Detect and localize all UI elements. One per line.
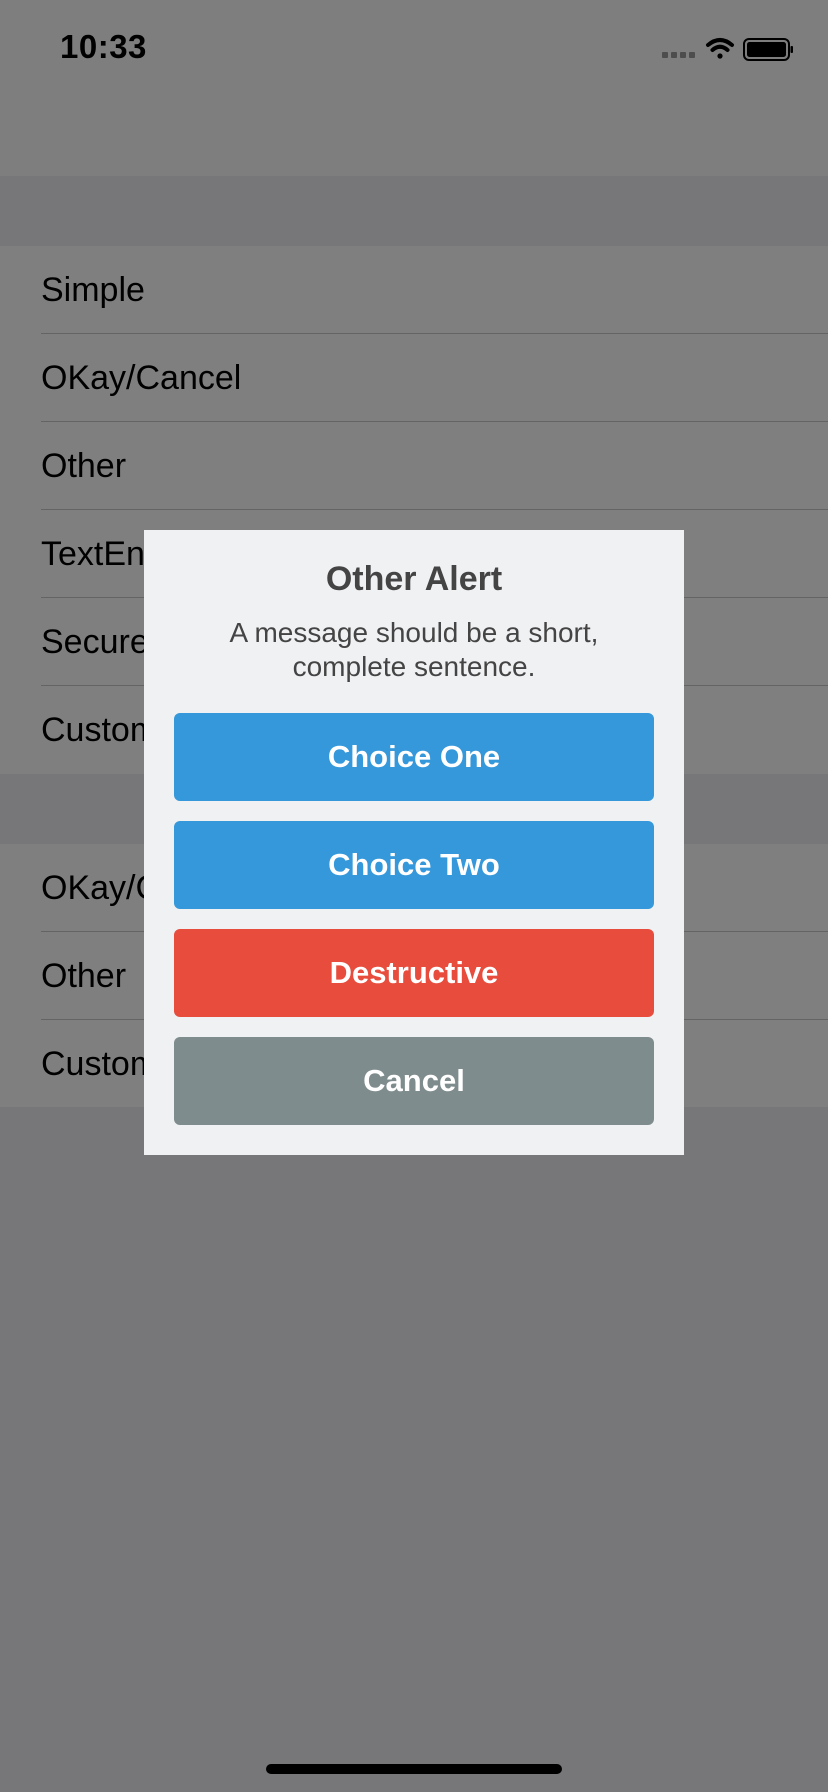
home-indicator[interactable] bbox=[266, 1764, 562, 1774]
alert-message: A message should be a short, complete se… bbox=[229, 617, 599, 682]
alert-title: Other Alert bbox=[325, 560, 503, 598]
choice-one-button[interactable]: Choice One bbox=[174, 713, 654, 801]
destructive-button[interactable]: Destructive bbox=[174, 929, 654, 1017]
choice-two-button[interactable]: Choice Two bbox=[174, 821, 654, 909]
cancel-button[interactable]: Cancel bbox=[174, 1037, 654, 1125]
alert-dialog: Other Alert A message should be a short,… bbox=[144, 530, 684, 1155]
